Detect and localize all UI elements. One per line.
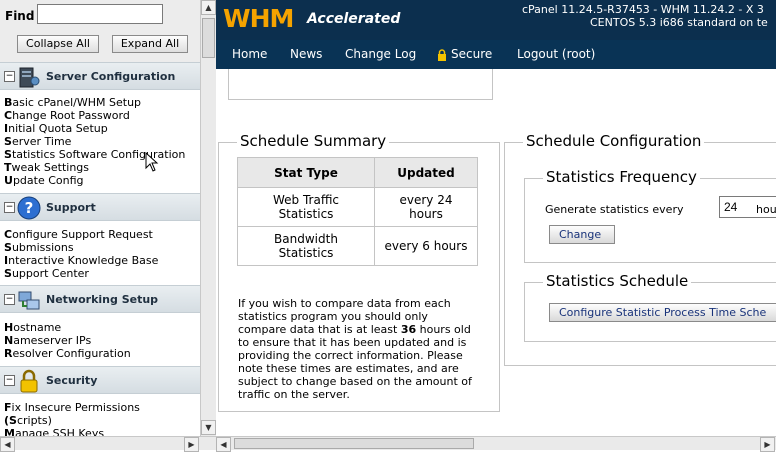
table-cell: Web Traffic Statistics [237,187,375,227]
sidebar-link[interactable]: Hostname [4,321,131,334]
configure-schedule-button[interactable]: Configure Statistic Process Time Sche [549,303,776,322]
statistics-frequency-title: Statistics Frequency [543,168,700,186]
nav-logout[interactable]: Logout (root) [517,47,595,61]
column-header: Updated [374,157,478,188]
top-nav: Home News Change Log Secure Logout (root… [216,40,776,69]
sidebar-link[interactable]: Initial Quota Setup [4,122,185,135]
sidebar-horizontal-scrollbar[interactable]: ◀ ▶ [0,436,216,452]
sidebar-link[interactable]: Nameserver IPs [4,334,131,347]
collapse-toggle-icon[interactable]: − [4,294,15,305]
schedule-configuration-title: Schedule Configuration [523,132,705,150]
content-area: Schedule Summary Stat Type Updated Web T… [216,69,776,436]
section-links-networking-setup: Hostname Nameserver IPs Resolver Configu… [4,321,131,360]
section-links-security: Fix Insecure Permissions (Scripts) Manag… [4,401,140,436]
mouse-cursor-icon [145,152,159,172]
sidebar-link[interactable]: Submissions [4,241,158,254]
schedule-summary-fieldset: Schedule Summary Stat Type Updated Web T… [218,132,500,412]
find-label: Find [5,9,35,23]
statistics-schedule-title: Statistics Schedule [543,272,692,290]
sidebar-link[interactable]: Configure Support Request [4,228,158,241]
change-button[interactable]: Change [549,225,615,244]
section-links-support: Configure Support Request Submissions In… [4,228,158,280]
scroll-down-icon[interactable]: ▼ [201,420,216,435]
scrollbar-thumb[interactable] [202,18,215,58]
main-frame: WHM Accelerated cPanel 11.24.5-R37453 - … [216,0,776,436]
find-bar: Find Collapse All Expand All [0,0,200,63]
collapse-toggle-icon[interactable]: − [4,375,15,386]
previous-section-box [228,69,493,100]
section-title: Security [46,374,98,387]
sidebar-link[interactable]: Manage SSH Keys [4,427,140,436]
schedule-summary-table: Stat Type Updated Web Traffic Statistics … [237,157,478,266]
version-info: cPanel 11.24.5-R37453 - WHM 11.24.2 - X … [522,3,764,16]
server-icon [19,67,40,88]
lock-icon [437,49,447,64]
os-info: CENTOS 5.3 i686 standard on te [590,16,768,29]
table-cell: Bandwidth Statistics [237,226,375,266]
section-header-support[interactable]: − ? Support [0,193,200,221]
table-cell: every 6 hours [374,226,478,266]
lock-icon [20,369,38,393]
collapse-toggle-icon[interactable]: − [4,202,15,213]
collapse-toggle-icon[interactable]: − [4,71,15,82]
section-header-security[interactable]: − Security [0,366,200,394]
statistics-frequency-fieldset: Statistics Frequency Generate statistics… [524,168,776,263]
whm-logo: WHM [223,4,294,33]
table-row: Web Traffic Statistics every 24 hours [237,187,478,227]
table-cell: every 24 hours [374,187,478,227]
sidebar-vertical-scrollbar[interactable]: ▲ ▼ [200,0,216,436]
sidebar-link[interactable]: Resolver Configuration [4,347,131,360]
comparison-note: If you wish to compare data from each st… [238,297,472,401]
svg-text:?: ? [25,199,34,217]
table-row: Bandwidth Statistics every 6 hours [237,226,478,266]
sidebar-frame: Find Collapse All Expand All − Server Co… [0,0,200,436]
section-header-server-configuration[interactable]: − Server Configuration [0,62,200,90]
help-icon: ? [17,196,41,220]
column-header: Stat Type [237,157,375,188]
frequency-label: Generate statistics every [545,203,684,216]
scroll-up-icon[interactable]: ▲ [201,0,216,15]
section-links-server-configuration: Basic cPanel/WHM Setup Change Root Passw… [4,96,185,187]
find-input[interactable] [37,4,163,24]
statistics-schedule-fieldset: Statistics Schedule Configure Statistic … [524,272,776,342]
network-icon [18,291,40,310]
nav-news[interactable]: News [290,47,322,61]
schedule-configuration-fieldset: Schedule Configuration Statistics Freque… [504,132,776,366]
sidebar-link[interactable]: Interactive Knowledge Base [4,254,158,267]
section-header-networking-setup[interactable]: − Networking Setup [0,285,200,313]
nav-home[interactable]: Home [232,47,267,61]
frequency-unit: hou [756,203,776,216]
sidebar-link[interactable]: (Scripts) [4,414,140,427]
sidebar-link[interactable]: Change Root Password [4,109,185,122]
header: WHM Accelerated cPanel 11.24.5-R37453 - … [216,0,776,40]
schedule-summary-title: Schedule Summary [237,132,390,150]
whm-logo-subtitle: Accelerated [307,11,401,27]
nav-secure[interactable]: Secure [451,47,492,61]
nav-change-log[interactable]: Change Log [345,47,416,61]
scrollbar-thumb[interactable] [234,438,474,449]
sidebar-link[interactable]: Server Time [4,135,185,148]
sidebar-link[interactable]: Support Center [4,267,158,280]
sidebar-link[interactable]: Basic cPanel/WHM Setup [4,96,185,109]
main-horizontal-scrollbar[interactable]: ◀ ▶ [216,436,776,452]
sidebar-link[interactable]: Fix Insecure Permissions [4,401,140,414]
collapse-all-button[interactable]: Collapse All [17,35,99,53]
section-title: Server Configuration [46,70,176,83]
section-title: Support [46,201,96,214]
section-title: Networking Setup [46,293,159,306]
sidebar-link[interactable]: Update Config [4,174,185,187]
table-header-row: Stat Type Updated [237,157,478,188]
expand-all-button[interactable]: Expand All [112,35,188,53]
